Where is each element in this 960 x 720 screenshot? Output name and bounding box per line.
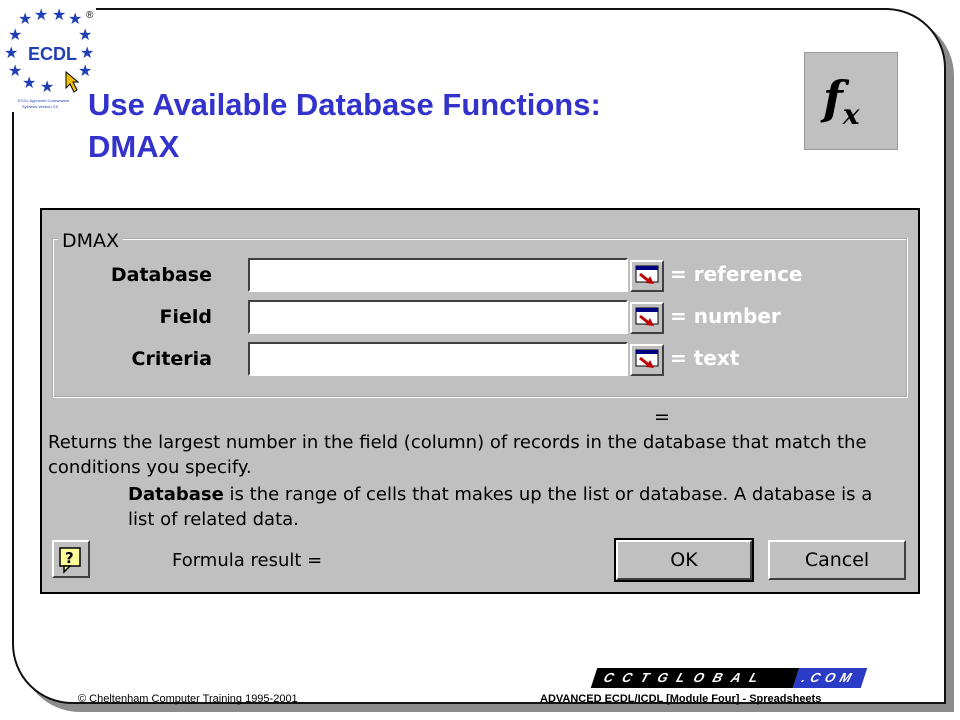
argument-row-database: Database = reference	[54, 258, 906, 294]
ecdl-logo: ★ ★ ★ ★ ★ ★ ★ ★ ★ ★ ★ ★ ECDL ® ECDL Appr…	[4, 4, 96, 112]
ecdl-logo-text: ECDL	[28, 44, 77, 64]
footer-copyright: © Cheltenham Computer Training 1995-2001	[78, 693, 298, 705]
argument-type: = number	[670, 304, 781, 328]
svg-text:★: ★	[8, 25, 22, 44]
field-input[interactable]	[248, 300, 628, 334]
collapse-dialog-button[interactable]	[630, 260, 664, 292]
argument-label: Criteria	[131, 348, 213, 370]
svg-text:★: ★	[40, 77, 54, 96]
svg-text:★: ★	[78, 25, 92, 44]
argument-type: = reference	[670, 262, 803, 286]
collapse-dialog-button[interactable]	[630, 344, 664, 376]
result-equals: =	[654, 406, 670, 428]
slide-title-line2: DMAX	[88, 129, 180, 164]
svg-text:★: ★	[34, 5, 48, 24]
slide-title-line1: Use Available Database Functions:	[88, 87, 601, 122]
collapse-dialog-icon	[635, 307, 659, 326]
svg-text:★: ★	[22, 73, 36, 92]
function-wizard-icon: fx	[804, 52, 898, 150]
slide-title: Use Available Database Functions: DMAX	[88, 84, 768, 168]
brand-suffix: .COM	[792, 668, 868, 688]
logo-caption-line2: Syllabus Version 3.0	[22, 104, 59, 109]
function-description: Returns the largest number in the field …	[48, 432, 867, 478]
function-arguments-dialog: Database = reference Field = number Crit…	[40, 208, 920, 594]
svg-text:★: ★	[78, 61, 92, 80]
svg-text:★: ★	[8, 61, 22, 80]
cursor-icon	[65, 70, 80, 93]
argument-label: Field	[159, 306, 213, 328]
collapse-dialog-icon	[635, 265, 659, 284]
registered-mark: ®	[86, 10, 94, 21]
svg-text:★: ★	[4, 43, 18, 62]
cancel-button[interactable]: Cancel	[768, 540, 906, 580]
arguments-group: Database = reference Field = number Crit…	[52, 238, 908, 398]
argument-label: Database	[110, 264, 212, 286]
svg-text:★: ★	[52, 5, 66, 24]
help-button[interactable]: ?	[52, 540, 90, 578]
argument-help-text: is the range of cells that makes up the …	[128, 484, 873, 530]
argument-row-field: Field = number	[54, 300, 906, 336]
collapse-dialog-icon	[635, 349, 659, 368]
criteria-input[interactable]	[248, 342, 628, 376]
footer-course: ADVANCED ECDL/ICDL [Module Four] - Sprea…	[540, 693, 822, 705]
svg-text:?: ?	[65, 549, 74, 567]
collapse-dialog-button[interactable]	[630, 302, 664, 334]
group-title: DMAX	[58, 230, 124, 252]
argument-help: Database is the range of cells that make…	[128, 482, 898, 532]
brand-main: CCTGLOBAL	[590, 668, 800, 688]
logo-caption-line1: ECDL Approved Courseware	[18, 98, 70, 103]
argument-row-criteria: Criteria = text	[54, 342, 906, 378]
argument-help-name: Database	[128, 484, 224, 505]
argument-type: = text	[670, 346, 740, 370]
svg-text:★: ★	[80, 43, 94, 62]
ok-button[interactable]: OK	[614, 538, 754, 582]
formula-result: Formula result =	[172, 550, 323, 571]
question-mark-icon: ?	[59, 547, 81, 574]
database-input[interactable]	[248, 258, 628, 292]
